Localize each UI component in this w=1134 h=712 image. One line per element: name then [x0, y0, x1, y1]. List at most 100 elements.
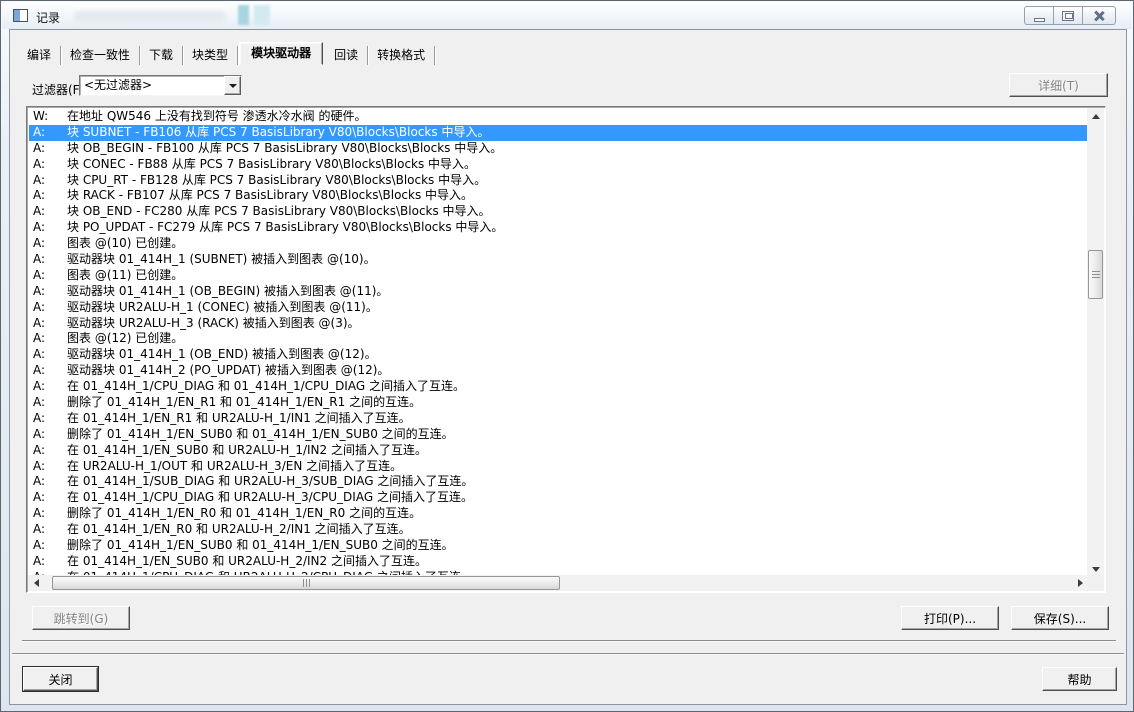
log-entry[interactable]: A:在 UR2ALU-H_1/OUT 和 UR2ALU-H_3/EN 之间插入了…	[29, 459, 1088, 475]
log-entry-prefix: A:	[29, 347, 67, 363]
log-entry-prefix: A:	[29, 443, 67, 459]
tab-5[interactable]: 回读	[325, 46, 368, 65]
log-entry[interactable]: A:图表 @(11) 已创建。	[29, 268, 1088, 284]
scroll-left-button[interactable]	[28, 575, 44, 591]
log-entry[interactable]: A:驱动器块 01_414H_1 (OB_BEGIN) 被插入到图表 @(11)…	[29, 284, 1088, 300]
filter-dropdown-button[interactable]	[224, 76, 241, 95]
scroll-right-button[interactable]	[1072, 575, 1088, 591]
log-entry[interactable]: A:在 01_414H_1/EN_SUB0 和 UR2ALU-H_2/IN2 之…	[29, 554, 1088, 570]
titlebar[interactable]: 记录	[2, 2, 1132, 29]
detail-button[interactable]: 详细(T)	[1009, 73, 1108, 97]
log-entry-text: 在 01_414H_1/CPU_DIAG 和 UR2ALU-H_3/CPU_DI…	[67, 490, 473, 506]
save-button[interactable]: 保存(S)...	[1011, 606, 1109, 630]
log-entry-prefix: A:	[29, 141, 67, 157]
print-button[interactable]: 打印(P)...	[901, 606, 999, 630]
log-entry-prefix: A:	[29, 522, 67, 538]
window-title: 记录	[36, 9, 60, 26]
tab-6[interactable]: 转换格式	[368, 46, 435, 65]
close-window-button[interactable]	[1082, 6, 1116, 25]
log-entry-text: 在 01_414H_1/EN_SUB0 和 UR2ALU-H_1/IN2 之间插…	[67, 443, 427, 459]
log-entry[interactable]: A:图表 @(12) 已创建。	[29, 331, 1088, 347]
log-entry-text: 驱动器块 01_414H_1 (SUBNET) 被插入到图表 @(10)。	[67, 252, 376, 268]
log-rows: W:在地址 QW546 上没有找到符号 渗透水冷水阀 的硬件。A:块 SUBNE…	[29, 109, 1088, 577]
maximize-button[interactable]	[1053, 6, 1083, 25]
log-entry-prefix: A:	[29, 331, 67, 347]
log-entry[interactable]: A:在 01_414H_1/EN_R1 和 UR2ALU-H_1/IN1 之间插…	[29, 411, 1088, 427]
chevron-down-icon	[229, 84, 237, 88]
log-entry-prefix: A:	[29, 459, 67, 475]
horizontal-scrollbar[interactable]	[28, 575, 1088, 591]
log-entry-prefix: A:	[29, 188, 67, 204]
log-entry-prefix: A:	[29, 490, 67, 506]
log-entry-text: 块 CPU_RT - FB128 从库 PCS 7 BasisLibrary V…	[67, 173, 486, 189]
log-entry-text: 图表 @(12) 已创建。	[67, 331, 183, 347]
log-entry-text: 在 01_414H_1/EN_SUB0 和 UR2ALU-H_2/IN2 之间插…	[67, 554, 427, 570]
tab-1[interactable]: 检查一致性	[61, 46, 140, 65]
app-window-icon	[13, 9, 28, 22]
close-icon	[1093, 10, 1106, 22]
log-entry[interactable]: A:在 01_414H_1/EN_SUB0 和 UR2ALU-H_1/IN2 之…	[29, 443, 1088, 459]
log-entry-text: 在 01_414H_1/EN_R0 和 UR2ALU-H_2/IN1 之间插入了…	[67, 522, 411, 538]
log-entry[interactable]: A:删除了 01_414H_1/EN_R1 和 01_414H_1/EN_R1 …	[29, 395, 1088, 411]
log-entry-prefix: A:	[29, 395, 67, 411]
log-entry-prefix: A:	[29, 236, 67, 252]
log-entry-text: 图表 @(11) 已创建。	[67, 268, 183, 284]
log-entry[interactable]: W:在地址 QW546 上没有找到符号 渗透水冷水阀 的硬件。	[29, 109, 1088, 125]
log-entry[interactable]: A:图表 @(10) 已创建。	[29, 236, 1088, 252]
log-list: W:在地址 QW546 上没有找到符号 渗透水冷水阀 的硬件。A:块 SUBNE…	[26, 106, 1106, 593]
log-entry[interactable]: A:驱动器块 UR2ALU-H_1 (CONEC) 被插入到图表 @(11)。	[29, 300, 1088, 316]
log-entry-prefix: A:	[29, 252, 67, 268]
log-entry[interactable]: A:在 01_414H_1/SUB_DIAG 和 UR2ALU-H_3/SUB_…	[29, 474, 1088, 490]
log-entry[interactable]: A:块 RACK - FB107 从库 PCS 7 BasisLibrary V…	[29, 188, 1088, 204]
log-entry[interactable]: A:驱动器块 01_414H_2 (PO_UPDAT) 被插入到图表 @(12)…	[29, 363, 1088, 379]
tab-2[interactable]: 下载	[140, 46, 183, 65]
vertical-scrollbar-thumb[interactable]	[1088, 250, 1103, 299]
scroll-up-button[interactable]	[1087, 108, 1104, 124]
tab-4[interactable]: 模块驱动器	[239, 42, 323, 65]
log-entry-text: 删除了 01_414H_1/EN_R1 和 01_414H_1/EN_R1 之间…	[67, 395, 421, 411]
log-entry[interactable]: A:删除了 01_414H_1/EN_SUB0 和 01_414H_1/EN_S…	[29, 538, 1088, 554]
log-entry-prefix: A:	[29, 316, 67, 332]
scrollbar-corner	[1087, 575, 1104, 591]
close-dialog-button[interactable]: 关闭	[23, 667, 98, 691]
log-entry[interactable]: A:删除了 01_414H_1/EN_R0 和 01_414H_1/EN_R0 …	[29, 506, 1088, 522]
log-entry[interactable]: A:在 01_414H_1/CPU_DIAG 和 UR2ALU-H_3/CPU_…	[29, 490, 1088, 506]
log-entry-prefix: A:	[29, 427, 67, 443]
log-entry-text: 删除了 01_414H_1/EN_SUB0 和 01_414H_1/EN_SUB…	[67, 427, 454, 443]
log-entry-prefix: A:	[29, 173, 67, 189]
log-entry-text: 在 01_414H_1/CPU_DIAG 和 01_414H_1/CPU_DIA…	[67, 379, 465, 395]
log-entry[interactable]: A:驱动器块 01_414H_1 (OB_END) 被插入到图表 @(12)。	[29, 347, 1088, 363]
log-entry[interactable]: A:块 SUBNET - FB106 从库 PCS 7 BasisLibrary…	[29, 125, 1088, 141]
log-entry[interactable]: A:块 PO_UPDAT - FC279 从库 PCS 7 BasisLibra…	[29, 220, 1088, 236]
log-entry[interactable]: A:在 01_414H_1/EN_R0 和 UR2ALU-H_2/IN1 之间插…	[29, 522, 1088, 538]
log-dialog-window: 记录 编译检查一致性下载块类型模块驱动器回读转换格式 过滤器(F) <无过滤器>…	[0, 0, 1134, 712]
tab-0[interactable]: 编译	[18, 46, 61, 65]
log-entry-prefix: A:	[29, 220, 67, 236]
minimize-button[interactable]	[1024, 6, 1054, 25]
filter-combobox[interactable]: <无过滤器>	[79, 75, 242, 96]
log-entry-prefix: A:	[29, 554, 67, 570]
separator-line	[22, 640, 1116, 642]
log-entry[interactable]: A:块 CPU_RT - FB128 从库 PCS 7 BasisLibrary…	[29, 173, 1088, 189]
log-entry[interactable]: A:驱动器块 01_414H_1 (SUBNET) 被插入到图表 @(10)。	[29, 252, 1088, 268]
horizontal-scrollbar-thumb[interactable]	[52, 576, 560, 590]
log-entry[interactable]: A:块 OB_END - FC280 从库 PCS 7 BasisLibrary…	[29, 204, 1088, 220]
log-entry-prefix: A:	[29, 538, 67, 554]
tab-bar: 编译检查一致性下载块类型模块驱动器回读转换格式	[18, 42, 435, 65]
log-entry[interactable]: A:删除了 01_414H_1/EN_SUB0 和 01_414H_1/EN_S…	[29, 427, 1088, 443]
log-entry-text: 驱动器块 UR2ALU-H_3 (RACK) 被插入到图表 @(3)。	[67, 316, 360, 332]
help-button[interactable]: 帮助	[1042, 667, 1117, 691]
log-entry-text: 块 PO_UPDAT - FC279 从库 PCS 7 BasisLibrary…	[67, 220, 503, 236]
log-entry-prefix: A:	[29, 363, 67, 379]
redacted-title-text	[74, 11, 226, 22]
tab-3[interactable]: 块类型	[183, 46, 238, 65]
log-entry-prefix: A:	[29, 474, 67, 490]
log-entry[interactable]: A:驱动器块 UR2ALU-H_3 (RACK) 被插入到图表 @(3)。	[29, 316, 1088, 332]
goto-button[interactable]: 跳转到(G)	[32, 606, 130, 630]
vertical-scrollbar[interactable]	[1087, 108, 1104, 577]
log-entry[interactable]: A:在 01_414H_1/CPU_DIAG 和 01_414H_1/CPU_D…	[29, 379, 1088, 395]
log-entry[interactable]: A:块 OB_BEGIN - FB100 从库 PCS 7 BasisLibra…	[29, 141, 1088, 157]
scrollbar-grip-icon	[1092, 271, 1100, 278]
log-entry[interactable]: A:块 CONEC - FB88 从库 PCS 7 BasisLibrary V…	[29, 157, 1088, 173]
log-entry-text: 块 OB_BEGIN - FB100 从库 PCS 7 BasisLibrary…	[67, 141, 502, 157]
